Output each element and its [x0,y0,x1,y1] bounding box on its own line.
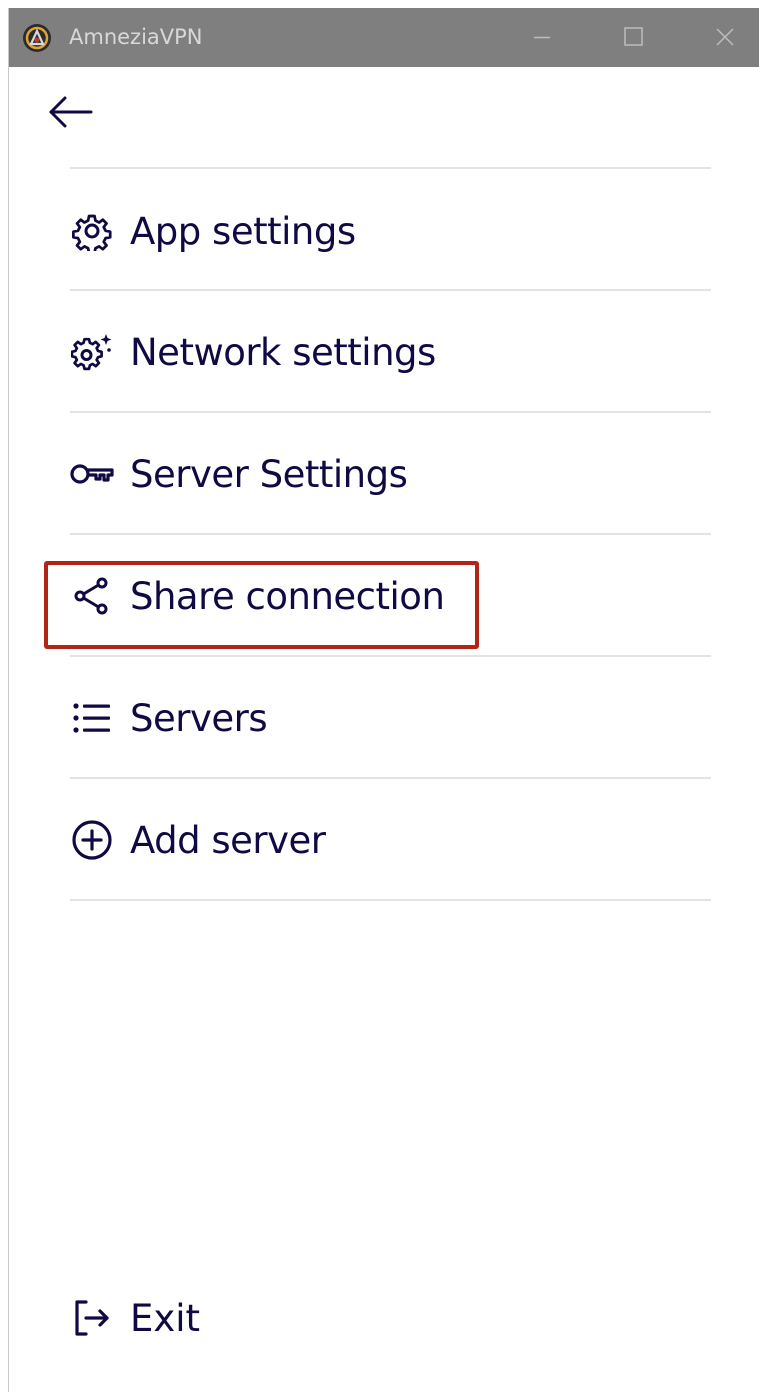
menu-item-share-connection[interactable]: Share connection [70,536,711,656]
menu-item-label: Servers [130,696,268,740]
menu-item-servers[interactable]: Servers [70,658,711,778]
menu-item-label: Add server [130,818,326,862]
share-icon [70,574,114,618]
menu-item-label: App settings [130,209,356,253]
app-window: AmneziaVPN App settings Network settings… [8,8,759,1392]
logout-icon [70,1296,114,1340]
key-icon [70,452,114,496]
gear-sparkle-icon [70,330,114,374]
plus-circle-icon [70,818,114,862]
menu-item-network-settings[interactable]: Network settings [70,292,711,412]
settings-menu: App settings Network settings Server Set… [9,8,759,1392]
exit-label: Exit [130,1296,201,1340]
menu-item-app-settings[interactable]: App settings [70,171,711,291]
gear-icon [70,209,114,253]
divider [70,411,711,413]
list-icon [70,696,114,740]
menu-item-server-settings[interactable]: Server Settings [70,414,711,534]
divider [70,533,711,535]
menu-item-add-server[interactable]: Add server [70,780,711,900]
divider [70,777,711,779]
divider [70,289,711,291]
divider [70,655,711,657]
divider [70,167,711,169]
menu-item-label: Share connection [130,574,445,618]
menu-item-label: Server Settings [130,452,408,496]
exit-button[interactable]: Exit [70,1283,370,1353]
menu-item-label: Network settings [130,330,436,374]
divider [70,899,711,901]
